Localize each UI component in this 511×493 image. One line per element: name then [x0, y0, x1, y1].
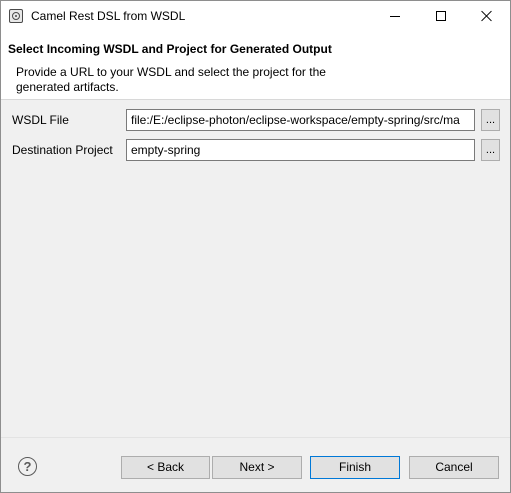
finish-button[interactable]: Finish [310, 456, 400, 479]
dialog-window: Camel Rest DSL from WSDL Select Incoming… [0, 0, 511, 493]
cancel-button[interactable]: Cancel [409, 456, 499, 479]
minimize-button[interactable] [372, 1, 418, 32]
wsdl-file-input[interactable]: file:/E:/eclipse-photon/eclipse-workspac… [126, 109, 475, 131]
camel-app-icon [9, 9, 23, 23]
page-description: Provide a URL to your WSDL and select th… [16, 65, 326, 94]
maximize-button[interactable] [418, 1, 464, 32]
wsdl-file-label: WSDL File [12, 113, 69, 127]
window-title: Camel Rest DSL from WSDL [31, 9, 186, 23]
wizard-banner: Select Incoming WSDL and Project for Gen… [1, 32, 510, 100]
next-button[interactable]: Next > [212, 456, 302, 479]
destination-project-label: Destination Project [12, 143, 113, 157]
footer-divider [1, 437, 510, 438]
maximize-icon [436, 11, 446, 21]
destination-project-input[interactable]: empty-spring [126, 139, 475, 161]
wsdl-browse-button[interactable]: ... [481, 109, 500, 131]
back-button[interactable]: < Back [121, 456, 210, 479]
destination-browse-button[interactable]: ... [481, 139, 500, 161]
close-icon [481, 10, 493, 22]
help-icon[interactable]: ? [18, 457, 37, 476]
minimize-icon [390, 16, 400, 17]
page-title: Select Incoming WSDL and Project for Gen… [8, 42, 332, 56]
title-bar[interactable]: Camel Rest DSL from WSDL [1, 1, 510, 32]
close-button[interactable] [464, 1, 510, 32]
